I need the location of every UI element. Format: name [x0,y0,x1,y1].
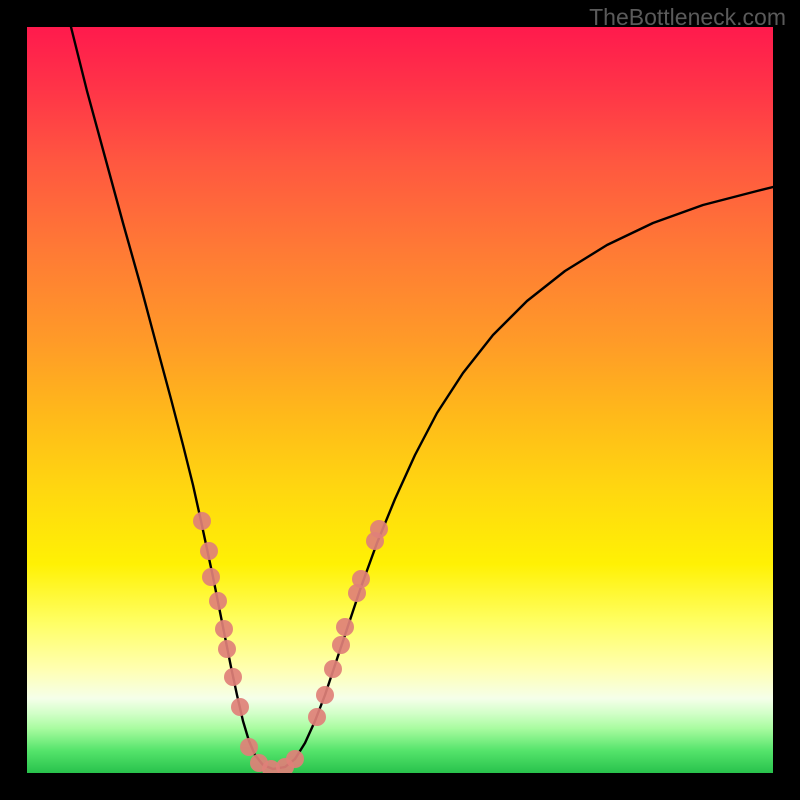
data-marker [200,542,218,560]
data-marker [332,636,350,654]
data-marker [308,708,326,726]
chart-frame: TheBottleneck.com [0,0,800,800]
data-marker [218,640,236,658]
data-marker [224,668,242,686]
bottleneck-curve [71,27,773,769]
data-marker [231,698,249,716]
data-marker [336,618,354,636]
data-marker [286,750,304,768]
data-marker [352,570,370,588]
watermark-text: TheBottleneck.com [589,4,786,31]
data-marker [324,660,342,678]
data-marker [215,620,233,638]
data-marker [240,738,258,756]
data-marker [193,512,211,530]
plot-area [27,27,773,773]
marker-group [193,512,388,773]
data-marker [202,568,220,586]
data-marker [316,686,334,704]
chart-overlay [27,27,773,773]
curve-path [71,27,773,769]
data-marker [370,520,388,538]
data-marker [209,592,227,610]
